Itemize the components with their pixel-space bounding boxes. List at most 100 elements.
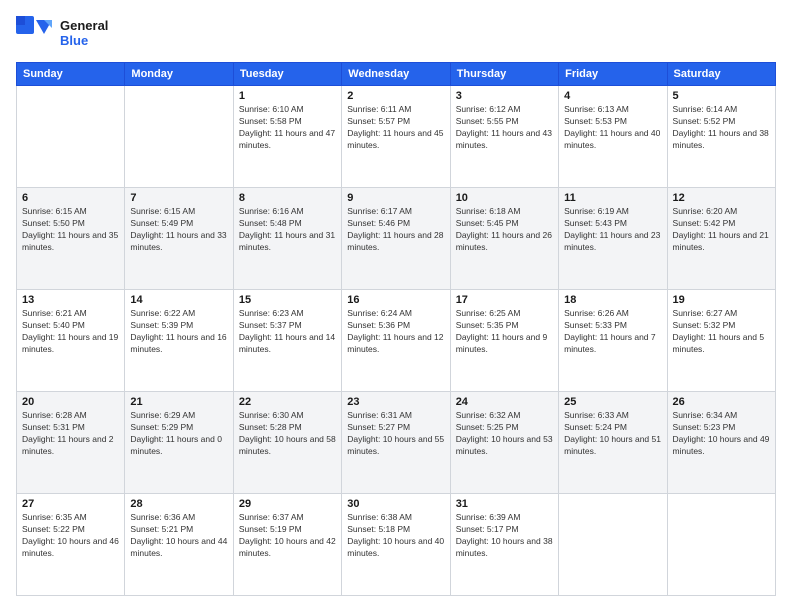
day-number: 3	[456, 90, 553, 102]
day-info: Sunrise: 6:24 AMSunset: 5:36 PMDaylight:…	[347, 308, 444, 356]
calendar-cell	[667, 494, 775, 596]
day-number: 11	[564, 192, 661, 204]
day-number: 19	[673, 294, 770, 306]
calendar-cell: 2 Sunrise: 6:11 AMSunset: 5:57 PMDaylight…	[342, 86, 450, 188]
day-info: Sunrise: 6:36 AMSunset: 5:21 PMDaylight:…	[130, 512, 227, 560]
day-info: Sunrise: 6:15 AMSunset: 5:50 PMDaylight:…	[22, 206, 119, 254]
day-number: 20	[22, 396, 119, 408]
calendar-cell: 19 Sunrise: 6:27 AMSunset: 5:32 PMDayligh…	[667, 290, 775, 392]
day-number: 31	[456, 498, 553, 510]
calendar-row-3: 20 Sunrise: 6:28 AMSunset: 5:31 PMDayligh…	[17, 392, 776, 494]
calendar-cell	[125, 86, 233, 188]
calendar-row-0: 1 Sunrise: 6:10 AMSunset: 5:58 PMDaylight…	[17, 86, 776, 188]
day-number: 6	[22, 192, 119, 204]
day-info: Sunrise: 6:39 AMSunset: 5:17 PMDaylight:…	[456, 512, 553, 560]
calendar-cell: 10 Sunrise: 6:18 AMSunset: 5:45 PMDayligh…	[450, 188, 558, 290]
day-number: 30	[347, 498, 444, 510]
day-info: Sunrise: 6:33 AMSunset: 5:24 PMDaylight:…	[564, 410, 661, 458]
day-number: 28	[130, 498, 227, 510]
day-info: Sunrise: 6:38 AMSunset: 5:18 PMDaylight:…	[347, 512, 444, 560]
weekday-header-monday: Monday	[125, 63, 233, 86]
calendar-cell: 27Sunrise: 6:35 AMSunset: 5:22 PMDayligh…	[17, 494, 125, 596]
calendar-cell: 16 Sunrise: 6:24 AMSunset: 5:36 PMDayligh…	[342, 290, 450, 392]
day-number: 13	[22, 294, 119, 306]
logo-blue-text: Blue	[60, 34, 108, 49]
calendar-cell: 6 Sunrise: 6:15 AMSunset: 5:50 PMDaylight…	[17, 188, 125, 290]
day-number: 8	[239, 192, 336, 204]
day-number: 4	[564, 90, 661, 102]
weekday-header-thursday: Thursday	[450, 63, 558, 86]
calendar-cell: 31 Sunrise: 6:39 AMSunset: 5:17 PMDayligh…	[450, 494, 558, 596]
calendar-cell: 26 Sunrise: 6:34 AMSunset: 5:23 PMDayligh…	[667, 392, 775, 494]
weekday-header-saturday: Saturday	[667, 63, 775, 86]
day-number: 17	[456, 294, 553, 306]
page: General Blue SundayMondayTuesdayWednesda…	[0, 0, 792, 612]
weekday-header-friday: Friday	[559, 63, 667, 86]
calendar-cell: 8Sunrise: 6:16 AMSunset: 5:48 PMDaylight…	[233, 188, 341, 290]
day-info: Sunrise: 6:19 AMSunset: 5:43 PMDaylight:…	[564, 206, 661, 254]
calendar-cell: 22Sunrise: 6:30 AMSunset: 5:28 PMDayligh…	[233, 392, 341, 494]
calendar-cell: 15 Sunrise: 6:23 AMSunset: 5:37 PMDayligh…	[233, 290, 341, 392]
day-number: 26	[673, 396, 770, 408]
day-info: Sunrise: 6:32 AMSunset: 5:25 PMDaylight:…	[456, 410, 553, 458]
calendar-cell	[559, 494, 667, 596]
weekday-header-tuesday: Tuesday	[233, 63, 341, 86]
day-number: 23	[347, 396, 444, 408]
day-info: Sunrise: 6:20 AMSunset: 5:42 PMDaylight:…	[673, 206, 770, 254]
day-number: 5	[673, 90, 770, 102]
day-info: Sunrise: 6:28 AMSunset: 5:31 PMDaylight:…	[22, 410, 119, 458]
calendar-cell: 3 Sunrise: 6:12 AMSunset: 5:55 PMDaylight…	[450, 86, 558, 188]
day-number: 9	[347, 192, 444, 204]
calendar-cell: 23 Sunrise: 6:31 AMSunset: 5:27 PMDayligh…	[342, 392, 450, 494]
day-number: 15	[239, 294, 336, 306]
calendar-cell	[17, 86, 125, 188]
day-info: Sunrise: 6:31 AMSunset: 5:27 PMDaylight:…	[347, 410, 444, 458]
day-info: Sunrise: 6:11 AMSunset: 5:57 PMDaylight:…	[347, 104, 444, 152]
calendar-row-2: 13 Sunrise: 6:21 AMSunset: 5:40 PMDayligh…	[17, 290, 776, 392]
day-info: Sunrise: 6:35 AMSunset: 5:22 PMDaylight:…	[22, 512, 119, 560]
day-info: Sunrise: 6:13 AMSunset: 5:53 PMDaylight:…	[564, 104, 661, 152]
calendar-row-1: 6 Sunrise: 6:15 AMSunset: 5:50 PMDaylight…	[17, 188, 776, 290]
day-number: 25	[564, 396, 661, 408]
calendar-cell: 24 Sunrise: 6:32 AMSunset: 5:25 PMDayligh…	[450, 392, 558, 494]
day-number: 1	[239, 90, 336, 102]
day-info: Sunrise: 6:30 AMSunset: 5:28 PMDaylight:…	[239, 410, 336, 458]
calendar-table: SundayMondayTuesdayWednesdayThursdayFrid…	[16, 62, 776, 596]
day-info: Sunrise: 6:17 AMSunset: 5:46 PMDaylight:…	[347, 206, 444, 254]
day-number: 18	[564, 294, 661, 306]
calendar-cell: 1 Sunrise: 6:10 AMSunset: 5:58 PMDaylight…	[233, 86, 341, 188]
day-info: Sunrise: 6:27 AMSunset: 5:32 PMDaylight:…	[673, 308, 770, 356]
calendar-cell: 18 Sunrise: 6:26 AMSunset: 5:33 PMDayligh…	[559, 290, 667, 392]
calendar-cell: 30 Sunrise: 6:38 AMSunset: 5:18 PMDayligh…	[342, 494, 450, 596]
day-number: 14	[130, 294, 227, 306]
header: General Blue	[16, 16, 776, 52]
day-number: 16	[347, 294, 444, 306]
day-info: Sunrise: 6:10 AMSunset: 5:58 PMDaylight:…	[239, 104, 336, 152]
day-number: 2	[347, 90, 444, 102]
weekday-header-sunday: Sunday	[17, 63, 125, 86]
calendar-cell: 14Sunrise: 6:22 AMSunset: 5:39 PMDayligh…	[125, 290, 233, 392]
day-info: Sunrise: 6:25 AMSunset: 5:35 PMDaylight:…	[456, 308, 553, 356]
logo: General Blue	[16, 16, 108, 52]
day-info: Sunrise: 6:34 AMSunset: 5:23 PMDaylight:…	[673, 410, 770, 458]
day-info: Sunrise: 6:37 AMSunset: 5:19 PMDaylight:…	[239, 512, 336, 560]
day-info: Sunrise: 6:26 AMSunset: 5:33 PMDaylight:…	[564, 308, 661, 356]
day-info: Sunrise: 6:14 AMSunset: 5:52 PMDaylight:…	[673, 104, 770, 152]
weekday-header-wednesday: Wednesday	[342, 63, 450, 86]
weekday-header-row: SundayMondayTuesdayWednesdayThursdayFrid…	[17, 63, 776, 86]
calendar-row-4: 27Sunrise: 6:35 AMSunset: 5:22 PMDayligh…	[17, 494, 776, 596]
calendar-cell: 21Sunrise: 6:29 AMSunset: 5:29 PMDayligh…	[125, 392, 233, 494]
day-number: 10	[456, 192, 553, 204]
day-info: Sunrise: 6:15 AMSunset: 5:49 PMDaylight:…	[130, 206, 227, 254]
calendar-cell: 12Sunrise: 6:20 AMSunset: 5:42 PMDayligh…	[667, 188, 775, 290]
day-info: Sunrise: 6:12 AMSunset: 5:55 PMDaylight:…	[456, 104, 553, 152]
calendar-cell: 5 Sunrise: 6:14 AMSunset: 5:52 PMDaylight…	[667, 86, 775, 188]
day-info: Sunrise: 6:23 AMSunset: 5:37 PMDaylight:…	[239, 308, 336, 356]
calendar-cell: 25 Sunrise: 6:33 AMSunset: 5:24 PMDayligh…	[559, 392, 667, 494]
day-info: Sunrise: 6:18 AMSunset: 5:45 PMDaylight:…	[456, 206, 553, 254]
calendar-cell: 29Sunrise: 6:37 AMSunset: 5:19 PMDayligh…	[233, 494, 341, 596]
day-number: 24	[456, 396, 553, 408]
calendar-cell: 17 Sunrise: 6:25 AMSunset: 5:35 PMDayligh…	[450, 290, 558, 392]
day-number: 7	[130, 192, 227, 204]
day-info: Sunrise: 6:21 AMSunset: 5:40 PMDaylight:…	[22, 308, 119, 356]
